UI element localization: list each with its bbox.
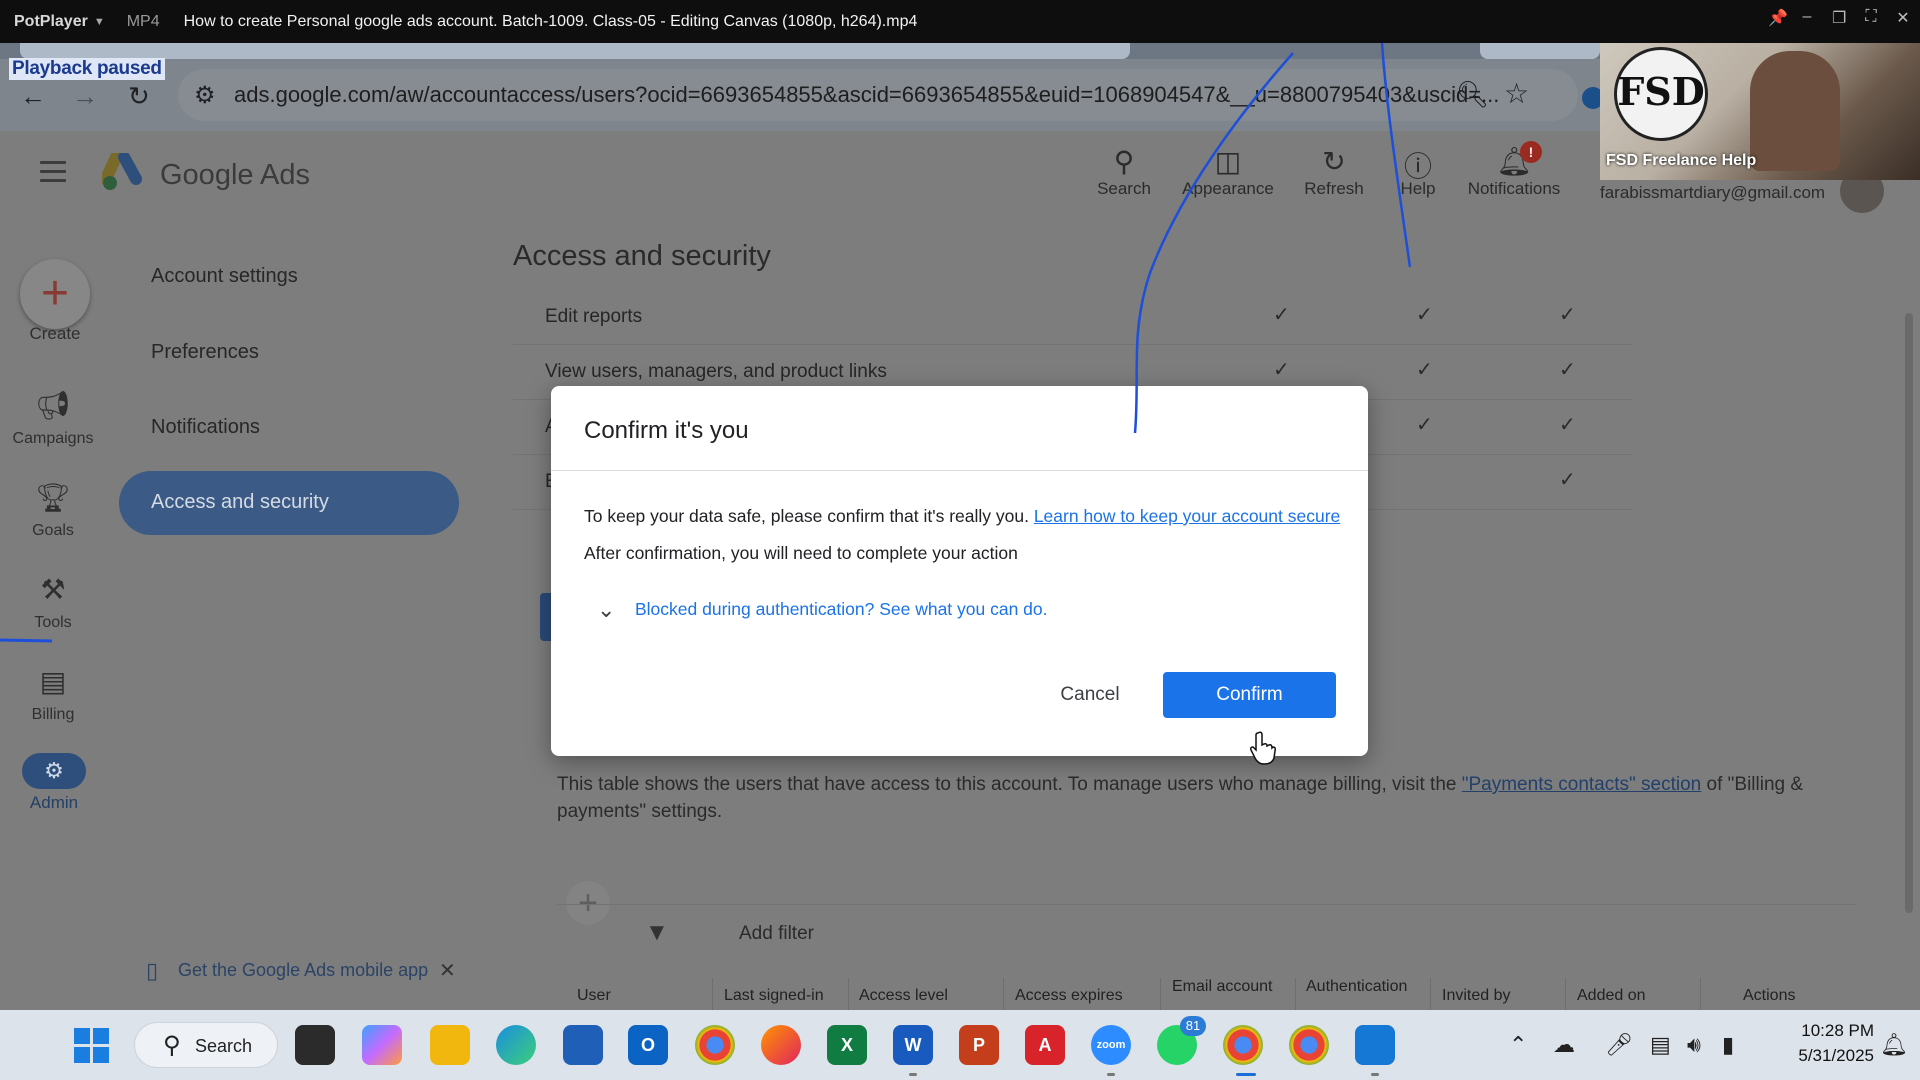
photos-icon[interactable]: [1355, 1025, 1395, 1065]
battery-icon[interactable]: ▮: [1722, 1032, 1734, 1058]
chevron-up-icon[interactable]: ⌃: [1509, 1032, 1527, 1058]
player-menu-chevron-icon[interactable]: ▼: [94, 16, 105, 28]
player-video-title: How to create Personal google ads accoun…: [183, 12, 918, 30]
fullscreen-icon[interactable]: ⛶: [1864, 8, 1878, 28]
webcam-overlay: FSD FSD Freelance Help: [1600, 43, 1920, 180]
playback-status: Playback paused: [9, 58, 165, 80]
player-titlebar: PotPlayer ▼ MP4 How to create Personal g…: [0, 0, 1920, 43]
running-indicator: [1371, 1073, 1379, 1076]
excel-icon[interactable]: X: [827, 1025, 867, 1065]
zoom-icon[interactable]: zoom: [1091, 1025, 1131, 1065]
onedrive-icon[interactable]: ☁: [1553, 1032, 1575, 1058]
notification-center-icon[interactable]: 🔔︎: [1880, 1032, 1908, 1058]
minimize-icon[interactable]: –: [1800, 8, 1814, 28]
taskbar: ⚲ Search O X W P A zoom 81 ⌃ ☁ 🎤︎ ▤ 🔊︎ ▮…: [0, 1010, 1920, 1080]
word-icon[interactable]: W: [893, 1025, 933, 1065]
channel-logo: FSD: [1614, 47, 1708, 141]
chrome-profile-icon[interactable]: [1223, 1025, 1263, 1065]
start-button[interactable]: [74, 1028, 110, 1064]
acrobat-icon[interactable]: A: [1025, 1025, 1065, 1065]
whatsapp-badge: 81: [1180, 1016, 1206, 1036]
firefox-icon[interactable]: [761, 1025, 801, 1065]
channel-name: FSD Freelance Help: [1606, 152, 1757, 169]
chrome-profile-icon[interactable]: [1289, 1025, 1329, 1065]
presenter-video: [1750, 51, 1840, 171]
player-format: MP4: [126, 12, 160, 30]
volume-icon[interactable]: 🔊︎: [1687, 1032, 1701, 1058]
microsoft-store-icon[interactable]: [563, 1025, 603, 1065]
outlook-icon[interactable]: O: [628, 1025, 668, 1065]
task-view-icon[interactable]: [295, 1025, 335, 1065]
file-explorer-icon[interactable]: [430, 1025, 470, 1065]
search-icon: ⚲: [163, 1032, 181, 1059]
running-indicator: [909, 1073, 917, 1076]
close-icon[interactable]: ✕: [1896, 8, 1910, 28]
player-app-name[interactable]: PotPlayer: [0, 13, 88, 31]
microphone-icon[interactable]: 🎤︎: [1605, 1032, 1633, 1058]
running-indicator: [1107, 1073, 1115, 1076]
video-frame[interactable]: ← → ↻ ⚙ ads.google.com/aw/accountaccess/…: [0, 43, 1920, 1010]
clock-time[interactable]: 10:28 PM: [1770, 1021, 1874, 1041]
clock-date[interactable]: 5/31/2025: [1770, 1046, 1874, 1066]
restore-icon[interactable]: ❐: [1832, 8, 1846, 28]
active-indicator: [1236, 1073, 1256, 1076]
taskbar-search-label: Search: [195, 1036, 253, 1056]
network-icon[interactable]: ▤: [1650, 1032, 1671, 1058]
player-window-controls: 📌 – ❐ ⛶ ✕: [1768, 8, 1910, 28]
taskbar-search[interactable]: ⚲ Search: [134, 1022, 278, 1068]
copilot-icon[interactable]: [362, 1025, 402, 1065]
pen-annotation: [0, 43, 1412, 643]
powerpoint-icon[interactable]: P: [959, 1025, 999, 1065]
edge-icon[interactable]: [496, 1025, 536, 1065]
pin-icon[interactable]: 📌: [1768, 8, 1788, 28]
chrome-icon[interactable]: [695, 1025, 735, 1065]
